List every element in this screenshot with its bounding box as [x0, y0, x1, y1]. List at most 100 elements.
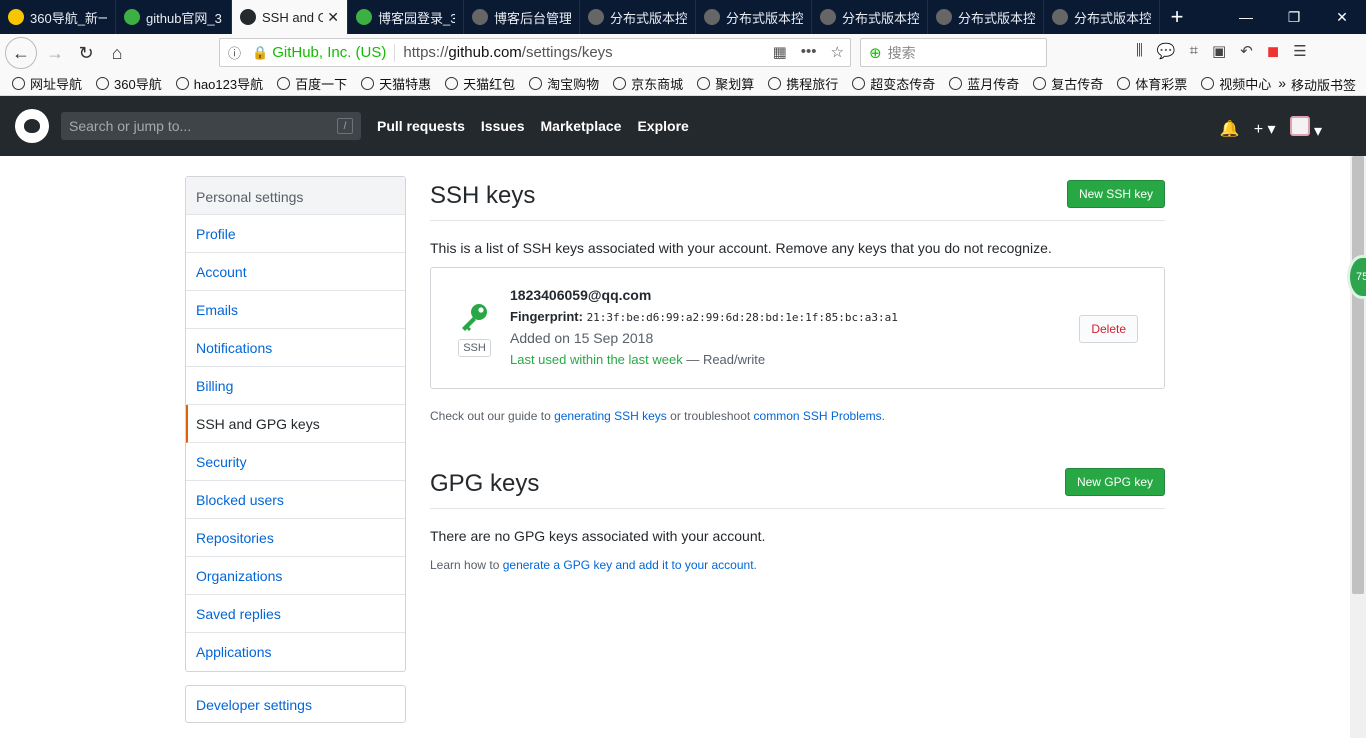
bookmark-item[interactable]: 蓝月传奇	[949, 74, 1019, 93]
common-ssh-problems-link[interactable]: common SSH Problems	[754, 409, 882, 423]
key-icon	[462, 304, 487, 331]
sidebar-item-ssh-and-gpg-keys[interactable]: SSH and GPG keys	[186, 405, 405, 443]
nav-issues[interactable]: Issues	[481, 118, 525, 134]
generate-gpg-key-link[interactable]: generate a GPG key and add it to your ac…	[503, 558, 754, 572]
reload-icon[interactable]: ↻	[71, 38, 101, 68]
delete-ssh-key-button[interactable]: Delete	[1079, 315, 1138, 343]
nav-explore[interactable]: Explore	[637, 118, 688, 134]
sidebar-item-account[interactable]: Account	[186, 253, 405, 291]
new-ssh-key-button[interactable]: New SSH key	[1066, 180, 1165, 208]
globe-icon	[1033, 77, 1047, 90]
bookmarks-bar: 网址导航 360导航 hao123导航 百度一下 天猫特惠 天猫红包 淘宝购物 京东商城 聚划算…	[0, 72, 1366, 96]
sidebar-item-security[interactable]: Security	[186, 443, 405, 481]
avatar[interactable]	[1289, 116, 1310, 136]
search-engine-icon[interactable]: ⊕	[869, 44, 882, 62]
page-scrollbar[interactable]	[1350, 156, 1366, 738]
browser-tab[interactable]: SSH and G ✕	[232, 0, 348, 34]
page-actions-icon[interactable]: •••	[801, 43, 817, 61]
undo-icon[interactable]: ↶	[1240, 42, 1253, 60]
browser-tab[interactable]: 分布式版本控	[580, 0, 696, 34]
new-tab-icon[interactable]: +	[1160, 0, 1194, 34]
globe-icon	[277, 77, 291, 90]
nav-pull-requests[interactable]: Pull requests	[377, 118, 465, 134]
github-search-input[interactable]: Search or jump to... /	[61, 112, 361, 140]
bookmark-item[interactable]: 天猫特惠	[361, 74, 431, 93]
bookmarks-overflow-icon[interactable]: »	[1278, 75, 1286, 91]
search-input[interactable]: ⊕ 搜索	[860, 38, 1047, 67]
divider	[394, 43, 396, 62]
nav-marketplace[interactable]: Marketplace	[541, 118, 622, 134]
bookmark-star-icon[interactable]: ☆	[831, 43, 844, 61]
sidebar-item-notifications[interactable]: Notifications	[186, 329, 405, 367]
sidebar-item-developer-settings[interactable]: Developer settings	[185, 685, 406, 723]
bookmark-item[interactable]: 复古传奇	[1033, 74, 1103, 93]
bookmark-label: 视频中心	[1219, 77, 1272, 92]
tab-close-icon[interactable]: ✕	[327, 9, 339, 26]
browser-tab[interactable]: 分布式版本控	[1044, 0, 1160, 34]
sidebar-item-billing[interactable]: Billing	[186, 367, 405, 405]
bookmark-item[interactable]: 聚划算	[697, 74, 754, 93]
search-placeholder: 搜索	[887, 44, 916, 61]
bookmark-item[interactable]: 携程旅行	[768, 74, 838, 93]
back-icon[interactable]: ←	[5, 37, 37, 69]
sidebar-item-applications[interactable]: Applications	[186, 633, 405, 671]
gpg-help-note: Learn how to generate a GPG key and add …	[430, 558, 1165, 572]
browser-tab[interactable]: 博客后台管理	[464, 0, 580, 34]
bookmark-item[interactable]: 视频中心	[1201, 74, 1271, 93]
browser-tab[interactable]: 分布式版本控	[928, 0, 1044, 34]
sidebar-icon[interactable]: ▣	[1212, 42, 1226, 60]
mobile-bookmarks[interactable]: 移动版书签	[1291, 75, 1356, 94]
sidebar-item-repositories[interactable]: Repositories	[186, 519, 405, 557]
browser-tab[interactable]: 分布式版本控	[696, 0, 812, 34]
sidebar-item-profile[interactable]: Profile	[186, 215, 405, 253]
info-icon[interactable]: ⓘ	[228, 43, 248, 62]
create-new-icon[interactable]: + ▾	[1254, 119, 1276, 139]
sidebar-item-emails[interactable]: Emails	[186, 291, 405, 329]
browser-tab[interactable]: 360导航_新一	[0, 0, 116, 34]
browser-tab[interactable]: 分布式版本控	[812, 0, 928, 34]
library-icon[interactable]: ⫼	[1136, 42, 1143, 60]
github-search-placeholder: Search or jump to...	[69, 118, 192, 134]
chat-icon[interactable]: 💬	[1157, 42, 1176, 60]
fingerprint-value: 21:3f:be:d6:99:a2:99:6d:28:bd:1e:1f:85:b…	[586, 311, 898, 324]
forward-icon[interactable]: →	[40, 38, 70, 68]
generating-ssh-keys-link[interactable]: generating SSH keys	[554, 409, 667, 423]
sidebar-item-organizations[interactable]: Organizations	[186, 557, 405, 595]
browser-tab[interactable]: github官网_3	[116, 0, 232, 34]
bookmark-item[interactable]: 超变态传奇	[852, 74, 935, 93]
sidebar-item-blocked-users[interactable]: Blocked users	[186, 481, 405, 519]
bookmark-item[interactable]: 京东商城	[613, 74, 683, 93]
site-identity[interactable]: GitHub, Inc. (US)	[272, 44, 386, 61]
user-menu[interactable]: ▾	[1289, 116, 1322, 141]
bookmark-item[interactable]: 体育彩票	[1117, 74, 1187, 93]
tab-label: 分布式版本控	[1074, 10, 1151, 26]
new-gpg-key-button[interactable]: New GPG key	[1064, 468, 1165, 496]
qr-code-icon[interactable]: ▦	[773, 43, 787, 61]
bookmark-item[interactable]: 天猫红包	[445, 74, 515, 93]
bookmark-item[interactable]: 百度一下	[277, 74, 347, 93]
bookmark-item[interactable]: 360导航	[96, 74, 162, 93]
bookmark-item[interactable]: 淘宝购物	[529, 74, 599, 93]
notifications-bell-icon[interactable]: 🔔	[1220, 119, 1240, 139]
restore-icon[interactable]: ❐	[1270, 0, 1318, 34]
globe-icon	[96, 77, 110, 90]
bookmark-item[interactable]: hao123导航	[175, 74, 263, 93]
sidebar-item-saved-replies[interactable]: Saved replies	[186, 595, 405, 633]
home-icon[interactable]: ⌂	[102, 38, 132, 68]
window-close-icon[interactable]: ✕	[1318, 0, 1366, 34]
toolbar-icons: ⫼ 💬 ⌗ ▣ ↶ ◼ ☰	[1136, 42, 1307, 60]
scrollbar-thumb[interactable]	[1352, 156, 1364, 594]
minimize-icon[interactable]: —	[1222, 0, 1270, 34]
ssh-note-suffix: .	[881, 409, 885, 423]
browser-tab[interactable]: 博客园登录_3	[348, 0, 464, 34]
bookmark-label: 淘宝购物	[547, 77, 600, 92]
github-logo-icon[interactable]	[15, 109, 49, 143]
tab-label: 博客后台管理	[494, 10, 571, 26]
bookmark-item[interactable]: 网址导航	[12, 74, 82, 93]
address-bar[interactable]: ⓘ 🔒 GitHub, Inc. (US) https://github.com…	[219, 38, 851, 67]
menu-icon[interactable]: ☰	[1293, 42, 1306, 60]
screenshot-icon[interactable]: ⌗	[1190, 42, 1198, 60]
extension-icon[interactable]: ◼	[1267, 42, 1279, 60]
url-text[interactable]: https://github.com/settings/keys	[403, 44, 612, 61]
ssh-keys-title: SSH keys	[430, 182, 536, 209]
